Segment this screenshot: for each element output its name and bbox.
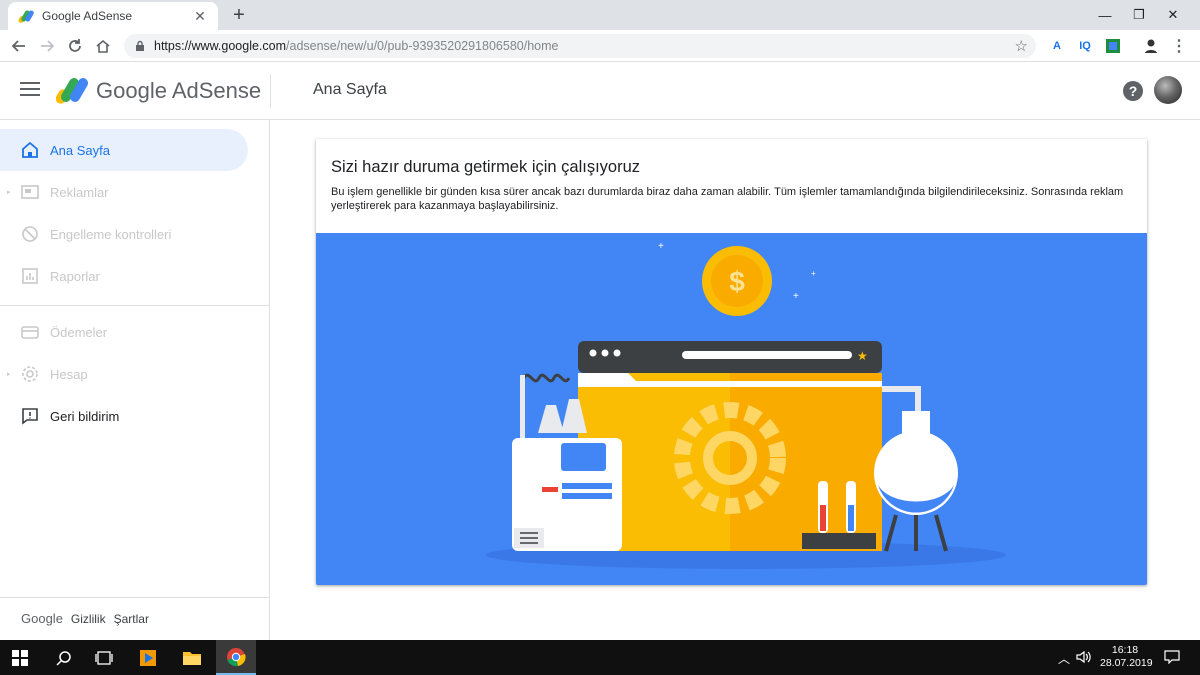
task-view-button[interactable]: [84, 640, 124, 675]
header-divider: [270, 74, 271, 108]
taskbar-search-button[interactable]: [44, 640, 84, 675]
sidebar-divider: [0, 305, 270, 306]
svg-text:+: +: [658, 241, 664, 252]
account-gear-icon: [20, 364, 40, 384]
sidebar-item-label: Ana Sayfa: [50, 142, 110, 158]
feedback-icon: [20, 406, 40, 426]
hamburger-menu-icon[interactable]: [20, 82, 40, 98]
payments-icon: [20, 322, 40, 342]
expand-caret-icon: ▸: [7, 189, 11, 196]
brand-name: Google AdSense: [96, 78, 262, 103]
taskbar-file-explorer[interactable]: [172, 640, 212, 675]
reload-button[interactable]: [64, 36, 86, 56]
tray-overflow-icon[interactable]: ︿: [1058, 650, 1070, 667]
tab-title: Google AdSense: [42, 9, 133, 23]
sidebar-footer-divider: [0, 597, 270, 598]
translate-extension-icon[interactable]: A: [1048, 37, 1066, 55]
sidebar-item-account[interactable]: ▸ Hesap: [0, 353, 248, 395]
sidebar-item-payments[interactable]: Ödemeler: [0, 311, 248, 353]
sidebar-item-blocking-controls[interactable]: Engelleme kontrolleri: [0, 213, 248, 255]
browser-tab[interactable]: Google AdSense ✕: [8, 2, 218, 30]
ads-icon: [20, 182, 40, 202]
house-icon: [96, 39, 110, 53]
sidebar-item-ads[interactable]: ▸ Reklamlar: [0, 171, 248, 213]
chrome-icon: [227, 647, 246, 666]
arrow-left-icon: [11, 40, 25, 52]
sidebar-item-label: Hesap: [50, 366, 88, 382]
terms-link[interactable]: Şartlar: [114, 612, 149, 626]
back-button[interactable]: [8, 36, 30, 56]
sidebar-item-label: Raporlar: [50, 268, 100, 284]
privacy-link[interactable]: Gizlilik: [71, 612, 106, 626]
address-bar[interactable]: https://www.google.com/adsense/new/u/0/p…: [124, 34, 1036, 58]
svg-text:★: ★: [857, 349, 868, 363]
sidebar-item-home[interactable]: Ana Sayfa: [0, 129, 248, 171]
block-icon: [20, 224, 40, 244]
arrow-right-icon: [41, 40, 55, 52]
sidebar: Ana Sayfa ▸ Reklamlar Engelleme kontroll…: [0, 120, 270, 640]
browser-tab-strip: Google AdSense ✕ + — ❐ ✕: [0, 0, 1200, 30]
bookmark-star-icon[interactable]: ☆: [1015, 37, 1028, 55]
profile-extension-icon[interactable]: [1142, 37, 1160, 55]
browser-toolbar: https://www.google.com/adsense/new/u/0/p…: [0, 30, 1200, 62]
reports-icon: [20, 266, 40, 286]
system-clock[interactable]: 16:18 28.07.2019: [1100, 644, 1153, 670]
google-wordmark: Google: [21, 611, 63, 626]
browser-menu-icon[interactable]: ⋮: [1170, 37, 1188, 55]
window-close-button[interactable]: ✕: [1150, 0, 1196, 30]
url-host: https://www.google.com: [154, 39, 287, 53]
sidebar-item-label: Geri bildirim: [50, 408, 120, 424]
windows-start-button[interactable]: [0, 640, 40, 675]
taskbar-chrome[interactable]: [216, 640, 256, 675]
task-view-icon: [95, 650, 113, 665]
expand-caret-icon: ▸: [7, 371, 11, 378]
lock-icon: [136, 40, 144, 51]
lab-illustration-image: + + + $ ★: [486, 241, 1006, 569]
setup-status-card: Sizi hazır duruma getirmek için çalışıyo…: [316, 139, 1147, 585]
card-title: Sizi hazır duruma getirmek için çalışıyo…: [331, 158, 641, 176]
url-path: /adsense/new/u/0/pub-9393520291806580/ho…: [286, 39, 559, 53]
close-tab-icon[interactable]: ✕: [192, 8, 208, 24]
account-avatar[interactable]: [1154, 76, 1182, 104]
forward-button[interactable]: [36, 36, 58, 56]
page-title: Ana Sayfa: [313, 81, 387, 98]
reload-icon: [69, 39, 81, 52]
app-header: Google AdSense Ana Sayfa ?: [0, 62, 1200, 120]
image-extension-icon[interactable]: [1104, 37, 1122, 55]
svg-text:+: +: [793, 291, 799, 302]
windows-taskbar: ︿ 16:18 28.07.2019: [0, 640, 1200, 675]
home-button[interactable]: [92, 36, 114, 56]
notification-center-icon[interactable]: [1164, 650, 1180, 667]
clock-time: 16:18: [1111, 644, 1139, 656]
taskbar-media-app[interactable]: [128, 640, 168, 675]
clock-date: 28.07.2019: [1100, 657, 1153, 669]
search-icon: [56, 650, 71, 666]
adsense-logo-icon: [56, 78, 88, 104]
media-player-icon: [140, 649, 156, 666]
sidebar-item-label: Reklamlar: [50, 184, 109, 200]
adsense-favicon-icon: [18, 10, 34, 23]
iq-extension-icon[interactable]: IQ: [1076, 37, 1094, 55]
volume-icon[interactable]: [1076, 650, 1092, 667]
windows-logo-icon: [12, 649, 28, 666]
card-body-text: Bu işlem genellikle bir günden kısa süre…: [331, 186, 1124, 212]
sidebar-item-label: Ödemeler: [50, 324, 108, 340]
sidebar-item-feedback[interactable]: Geri bildirim: [0, 395, 248, 437]
folder-icon: [183, 651, 201, 665]
home-icon: [20, 140, 40, 160]
sidebar-item-label: Engelleme kontrolleri: [50, 226, 172, 242]
sidebar-item-reports[interactable]: Raporlar: [0, 255, 248, 297]
svg-text:$: $: [729, 266, 745, 297]
setup-illustration: + + + $ ★: [316, 233, 1147, 585]
svg-text:+: +: [811, 269, 816, 278]
help-icon[interactable]: ?: [1123, 81, 1143, 101]
new-tab-button[interactable]: +: [228, 4, 250, 26]
sidebar-footer: Google Gizlilik Şartlar: [21, 611, 157, 626]
